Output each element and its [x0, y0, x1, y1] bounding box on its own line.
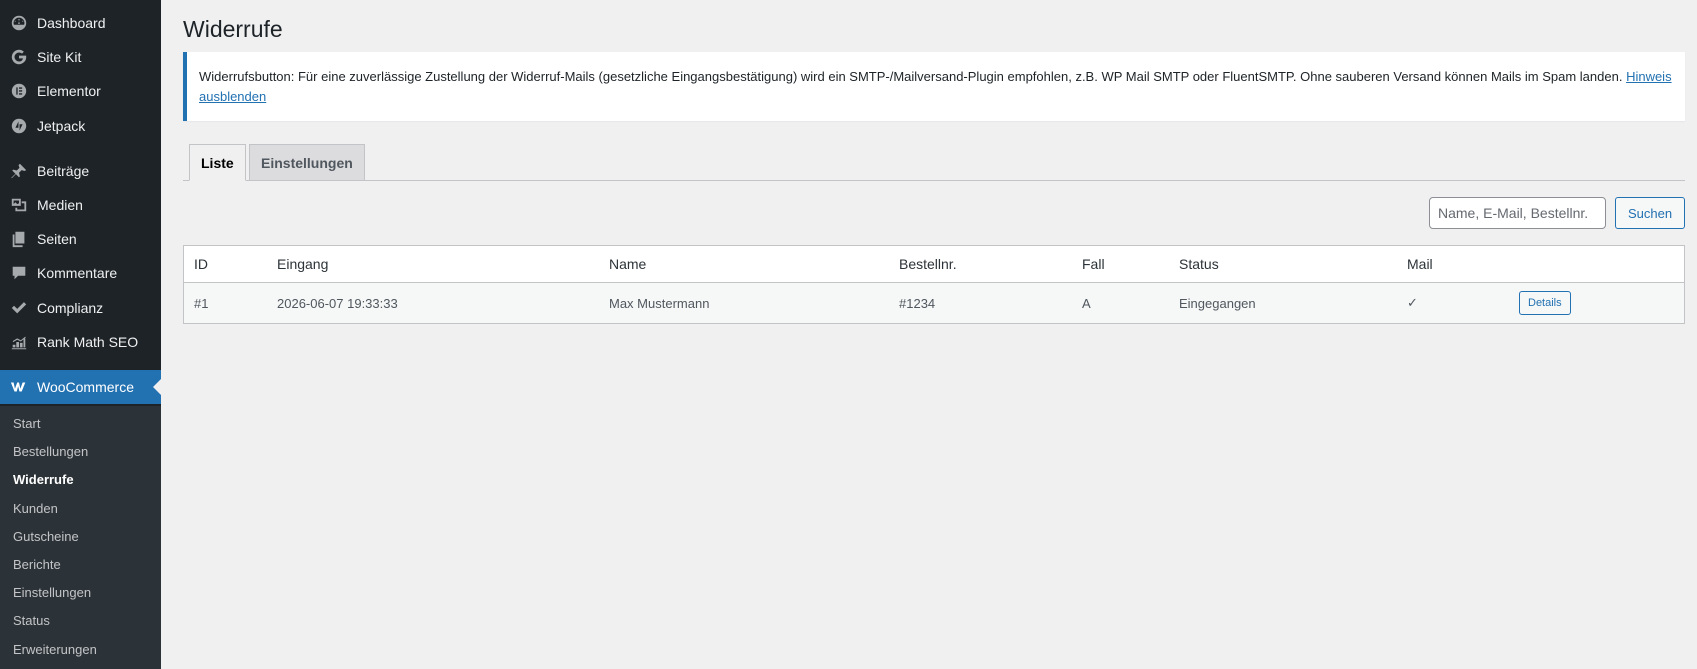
menu-label-comments: Kommentare	[37, 265, 118, 281]
page-title: Widerrufe	[183, 16, 283, 42]
menu-label-elementor: Elementor	[37, 83, 101, 99]
pin-icon	[9, 161, 29, 181]
tab-settings[interactable]: Einstellungen	[249, 144, 365, 181]
menu-item-comments[interactable]: Kommentare	[0, 256, 161, 290]
admin-sidebar: Dashboard Site Kit Elementor Jetpack Bei…	[0, 0, 161, 669]
submenu-settings[interactable]: Einstellungen	[13, 585, 91, 601]
menu-item-media[interactable]: Medien	[0, 188, 161, 222]
mail-sent-check-icon: ✓	[1407, 295, 1418, 310]
menu-label-woocommerce: WooCommerce	[37, 379, 134, 395]
submenu-reports[interactable]: Berichte	[13, 557, 61, 573]
submenu-extensions[interactable]: Erweiterungen	[13, 642, 97, 658]
column-header-mail: Mail	[1407, 256, 1433, 272]
chart-icon	[9, 332, 29, 352]
tab-list[interactable]: Liste	[189, 144, 246, 181]
withdrawals-table: ID Eingang Name Bestellnr. Fall Status M…	[183, 245, 1685, 324]
menu-item-jetpack[interactable]: Jetpack	[0, 109, 161, 143]
submenu-customers[interactable]: Kunden	[13, 501, 58, 517]
cell-order-number: #1234	[899, 295, 936, 311]
tab-bar: Liste Einstellungen	[183, 144, 1685, 181]
active-menu-arrow	[153, 379, 161, 395]
menu-label-dashboard: Dashboard	[37, 15, 106, 31]
cell-received: 2026-06-07 19:33:33	[277, 295, 398, 311]
submenu-status[interactable]: Status	[13, 613, 50, 629]
menu-label-site-kit: Site Kit	[37, 49, 82, 65]
submenu-withdrawals[interactable]: Widerrufe	[13, 472, 74, 488]
column-header-order-number: Bestellnr.	[899, 256, 957, 272]
table-row: #1 2026-06-07 19:33:33 Max Mustermann #1…	[184, 283, 1684, 323]
woo-icon	[9, 377, 29, 397]
jetpack-icon	[9, 116, 29, 136]
column-header-id: ID	[194, 256, 208, 272]
cell-case: A	[1082, 295, 1091, 311]
menu-label-media: Medien	[37, 197, 83, 213]
media-icon	[9, 195, 29, 215]
checkmark-icon	[9, 298, 29, 318]
dashboard-icon	[9, 13, 29, 33]
column-header-status: Status	[1179, 256, 1219, 272]
menu-label-pages: Seiten	[37, 231, 77, 247]
menu-item-woocommerce[interactable]: WooCommerce	[0, 370, 161, 404]
menu-label-posts: Beiträge	[37, 163, 90, 179]
column-header-received: Eingang	[277, 256, 329, 272]
column-header-name: Name	[609, 256, 647, 272]
menu-item-rank-math[interactable]: Rank Math SEO	[0, 325, 161, 359]
elementor-icon	[9, 81, 29, 101]
details-button[interactable]: Details	[1519, 291, 1571, 315]
submenu-start[interactable]: Start	[13, 416, 40, 432]
menu-label-complianz: Complianz	[37, 300, 104, 316]
column-header-case: Fall	[1082, 256, 1105, 272]
cell-name: Max Mustermann	[609, 295, 710, 311]
woocommerce-submenu: Start Bestellungen Widerrufe Kunden Guts…	[0, 406, 161, 669]
menu-item-dashboard[interactable]: Dashboard	[0, 6, 161, 40]
menu-label-rank-math: Rank Math SEO	[37, 334, 139, 350]
smtp-notice: Widerrufsbutton: Für eine zuverlässige Z…	[183, 52, 1685, 121]
notice-text: Widerrufsbutton: Für eine zuverlässige Z…	[199, 69, 1623, 84]
table-header: ID Eingang Name Bestellnr. Fall Status M…	[184, 246, 1684, 283]
search-input[interactable]	[1429, 197, 1606, 229]
menu-item-elementor[interactable]: Elementor	[0, 74, 161, 108]
pages-icon	[9, 229, 29, 249]
main-content: Widerrufe Widerrufsbutton: Für eine zuve…	[161, 0, 1697, 669]
search-button[interactable]: Suchen	[1615, 197, 1685, 229]
menu-item-posts[interactable]: Beiträge	[0, 154, 161, 188]
cell-status: Eingegangen	[1179, 295, 1256, 311]
submenu-coupons[interactable]: Gutscheine	[13, 529, 79, 545]
menu-item-pages[interactable]: Seiten	[0, 222, 161, 256]
cell-id: #1	[194, 295, 209, 311]
google-g-icon	[9, 47, 29, 67]
menu-item-site-kit[interactable]: Site Kit	[0, 40, 161, 74]
menu-item-complianz[interactable]: Complianz	[0, 291, 161, 325]
submenu-orders[interactable]: Bestellungen	[13, 444, 88, 460]
menu-label-jetpack: Jetpack	[37, 118, 86, 134]
comment-icon	[9, 263, 29, 283]
